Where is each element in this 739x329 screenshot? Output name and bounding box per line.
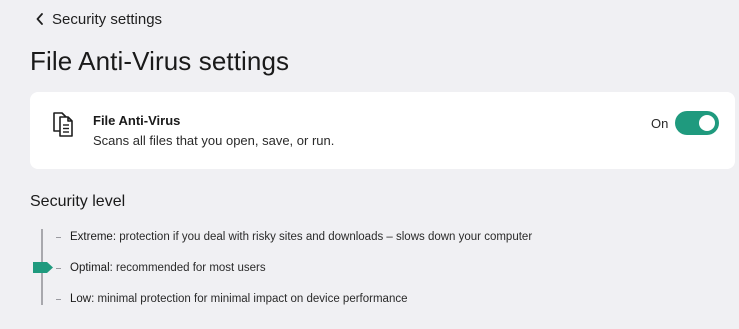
level-name: Extreme <box>70 231 113 243</box>
level-tick <box>56 298 61 300</box>
document-icon <box>53 112 73 137</box>
level-name: Low <box>70 293 92 305</box>
page-title: File Anti-Virus settings <box>30 46 290 76</box>
card-description: Scans all files that you open, save, or … <box>93 133 335 148</box>
security-level-extreme[interactable]: Extreme: protection if you deal with ris… <box>56 228 532 246</box>
level-name: Optimal <box>70 262 110 274</box>
level-tick <box>56 267 61 269</box>
toggle-knob <box>699 115 715 131</box>
security-level-low[interactable]: Low: minimal protection for minimal impa… <box>56 290 407 308</box>
chevron-left-icon <box>36 13 43 25</box>
file-antivirus-toggle[interactable] <box>675 111 719 135</box>
back-link-label: Security settings <box>52 10 163 28</box>
level-description: : protection if you deal with risky site… <box>112 231 533 243</box>
file-antivirus-card: File Anti-Virus Scans all files that you… <box>30 92 735 169</box>
level-tick <box>56 236 61 238</box>
level-description: : minimal protection for minimal impact … <box>91 293 408 305</box>
security-level-optimal[interactable]: Optimal: recommended for most users <box>56 259 266 277</box>
security-level-title: Security level <box>30 193 126 210</box>
card-title: File Anti-Virus <box>93 113 181 128</box>
toggle-status-label: On <box>651 116 669 131</box>
security-level-slider-thumb[interactable] <box>33 262 53 273</box>
back-link[interactable]: Security settings <box>36 8 162 30</box>
level-description: : recommended for most users <box>109 262 266 274</box>
